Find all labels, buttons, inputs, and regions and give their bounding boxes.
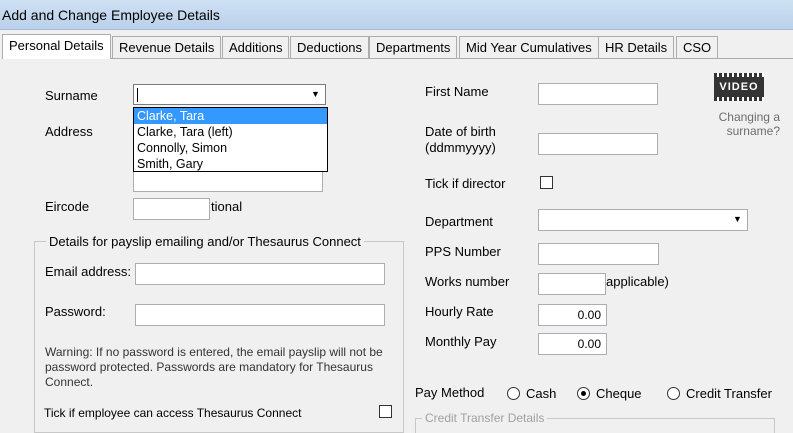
works-number-hint: applicable) bbox=[606, 274, 669, 289]
dob-field[interactable] bbox=[538, 133, 658, 155]
changing-surname-help-link[interactable]: Changing a surname? bbox=[708, 110, 780, 138]
tab-personal-details[interactable]: Personal Details bbox=[2, 34, 111, 59]
tab-revenue-details[interactable]: Revenue Details bbox=[112, 36, 222, 58]
help-line: Changing a bbox=[718, 110, 780, 124]
pay-method-cash-radio[interactable] bbox=[507, 387, 520, 400]
password-field[interactable] bbox=[135, 304, 385, 326]
payslip-email-group-title: Details for payslip emailing and/or Thes… bbox=[46, 234, 364, 249]
department-combobox[interactable]: ▼ bbox=[538, 209, 748, 231]
dropdown-option[interactable]: Clarke, Tara (left) bbox=[134, 124, 327, 140]
works-number-field[interactable] bbox=[538, 273, 606, 295]
help-line: surname? bbox=[726, 124, 780, 138]
pay-method-credit-transfer-radio[interactable] bbox=[667, 387, 680, 400]
dropdown-option[interactable]: Smith, Gary bbox=[134, 156, 327, 172]
dob-format-label: (ddmmyyyy) bbox=[425, 140, 496, 155]
eircode-optional-label: tional bbox=[211, 199, 243, 214]
tab-mid-year-cumulatives[interactable]: Mid Year Cumulatives bbox=[459, 36, 599, 58]
hourly-rate-label: Hourly Rate bbox=[425, 304, 494, 319]
department-label: Department bbox=[425, 214, 493, 229]
tab-deductions[interactable]: Deductions bbox=[290, 36, 370, 58]
tab-cso[interactable]: CSO bbox=[676, 36, 719, 58]
email-label: Email address: bbox=[45, 264, 131, 279]
thesaurus-connect-label: Tick if employee can access Thesaurus Co… bbox=[44, 406, 302, 420]
title-bar: Add and Change Employee Details bbox=[0, 0, 793, 30]
window-title: Add and Change Employee Details bbox=[2, 7, 220, 23]
password-label: Password: bbox=[45, 304, 106, 319]
surname-combobox[interactable]: ▼ bbox=[133, 84, 326, 105]
chevron-down-icon[interactable]: ▼ bbox=[307, 87, 323, 102]
director-label: Tick if director bbox=[425, 176, 506, 191]
pps-field[interactable] bbox=[538, 243, 659, 265]
address-line-field[interactable] bbox=[133, 171, 323, 192]
hourly-rate-field[interactable]: 0.00 bbox=[538, 304, 607, 326]
video-icon[interactable]: VIDEO bbox=[714, 73, 764, 101]
director-checkbox[interactable] bbox=[540, 176, 553, 189]
pay-method-label: Pay Method bbox=[415, 385, 485, 400]
address-label: Address bbox=[45, 124, 93, 139]
eircode-label: Eircode bbox=[45, 199, 90, 214]
dropdown-option[interactable]: Connolly, Simon bbox=[134, 140, 327, 156]
monthly-pay-field[interactable]: 0.00 bbox=[538, 333, 607, 355]
pay-method-cheque-radio[interactable] bbox=[577, 387, 590, 400]
thesaurus-connect-checkbox[interactable] bbox=[379, 405, 392, 418]
first-name-field[interactable] bbox=[538, 83, 658, 105]
credit-transfer-group-title: Credit Transfer Details bbox=[422, 411, 548, 425]
dob-label: Date of birth bbox=[425, 124, 496, 139]
surname-label: Surname bbox=[45, 88, 98, 103]
chevron-down-icon[interactable]: ▼ bbox=[729, 212, 745, 227]
works-number-label: Works number bbox=[425, 274, 510, 289]
pps-label: PPS Number bbox=[425, 244, 501, 259]
monthly-pay-label: Monthly Pay bbox=[425, 334, 497, 349]
eircode-field[interactable] bbox=[133, 198, 210, 220]
email-field[interactable] bbox=[135, 263, 385, 285]
text-caret bbox=[137, 88, 138, 102]
dropdown-option[interactable]: Clarke, Tara bbox=[134, 108, 327, 124]
tab-hr-details[interactable]: HR Details bbox=[598, 36, 675, 58]
tab-departments[interactable]: Departments bbox=[369, 36, 458, 58]
pay-method-cheque-label[interactable]: Cheque bbox=[596, 386, 642, 401]
pay-method-cash-label[interactable]: Cash bbox=[526, 386, 556, 401]
tab-additions[interactable]: Additions bbox=[222, 36, 290, 58]
surname-dropdown-list: Clarke, Tara Clarke, Tara (left) Connoll… bbox=[133, 107, 328, 172]
first-name-label: First Name bbox=[425, 84, 489, 99]
password-warning-text: Warning: If no password is entered, the … bbox=[45, 345, 383, 389]
pay-method-credit-transfer-label[interactable]: Credit Transfer bbox=[686, 386, 772, 401]
